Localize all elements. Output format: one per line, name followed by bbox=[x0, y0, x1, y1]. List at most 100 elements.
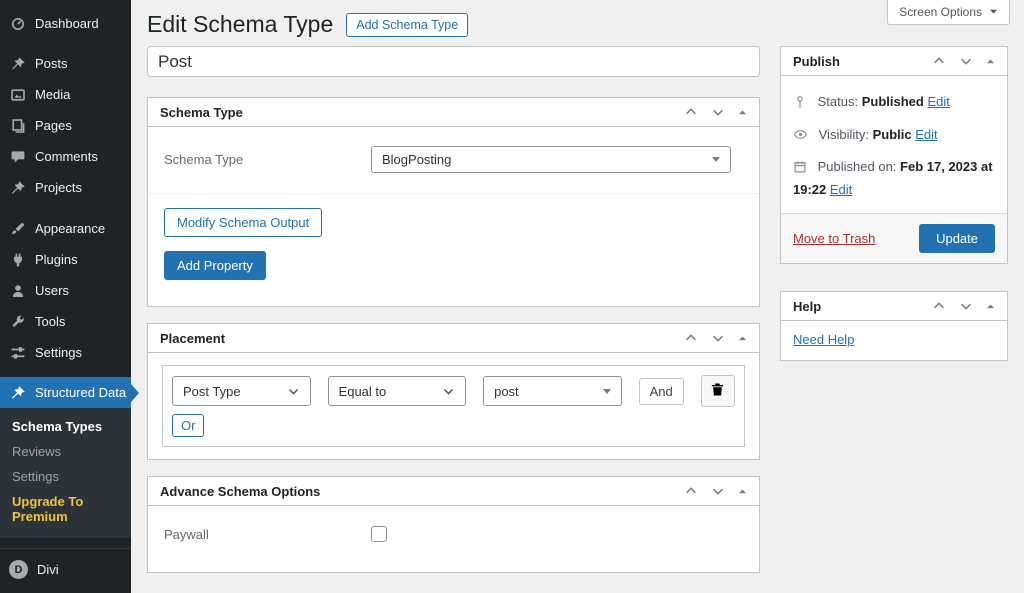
submenu-item-reviews[interactable]: Reviews bbox=[0, 439, 131, 464]
submenu-item-upgrade-premium[interactable]: Upgrade To Premium bbox=[0, 489, 131, 529]
panel-title: Publish bbox=[793, 54, 840, 69]
schema-type-select[interactable]: BlogPosting bbox=[371, 146, 731, 173]
publish-panel-header: Publish bbox=[781, 47, 1007, 76]
paywall-checkbox[interactable] bbox=[371, 526, 387, 542]
sidebar-item-label: Pages bbox=[35, 118, 72, 133]
structured-data-submenu: Schema Types Reviews Settings Upgrade To… bbox=[0, 408, 131, 538]
eye-icon bbox=[793, 127, 808, 148]
and-condition-button[interactable]: And bbox=[639, 378, 684, 405]
sidebar-item-users[interactable]: Users bbox=[0, 275, 131, 306]
move-down-icon[interactable] bbox=[711, 484, 725, 498]
update-button[interactable]: Update bbox=[919, 224, 995, 253]
move-down-icon[interactable] bbox=[959, 54, 973, 68]
panel-handle-actions bbox=[684, 105, 747, 119]
placement-value-select[interactable]: post bbox=[483, 376, 622, 406]
sidebar-item-label: Structured Data bbox=[35, 385, 126, 400]
placement-operator-select[interactable]: Equal to bbox=[328, 376, 467, 406]
plugin-icon bbox=[9, 251, 26, 268]
media-icon bbox=[9, 86, 26, 103]
advance-panel-header: Advance Schema Options bbox=[148, 477, 759, 506]
collapse-menu-button[interactable]: Collapse menu bbox=[0, 586, 131, 593]
sidebar-item-dashboard[interactable]: Dashboard bbox=[0, 8, 131, 39]
sidebar-item-label: Users bbox=[35, 283, 69, 298]
sidebar-item-label: Dashboard bbox=[35, 16, 99, 31]
screen-options-button[interactable]: Screen Options bbox=[887, 0, 1010, 25]
advance-panel-body: Paywall bbox=[148, 506, 759, 572]
sidebar-item-pages[interactable]: Pages bbox=[0, 110, 131, 141]
post-title-input[interactable] bbox=[147, 46, 760, 77]
delete-rule-button[interactable] bbox=[701, 375, 735, 407]
sidebar-item-settings[interactable]: Settings bbox=[0, 337, 131, 368]
edit-columns: Schema Type Schema Type BlogPosting bbox=[147, 46, 1009, 589]
advance-schema-options-panel: Advance Schema Options Paywall bbox=[147, 476, 760, 573]
pushpin-icon bbox=[9, 179, 26, 196]
edit-published-link[interactable]: Edit bbox=[830, 182, 852, 197]
page-title: Edit Schema Type bbox=[147, 11, 333, 38]
collapse-toggle-icon[interactable] bbox=[738, 334, 747, 343]
or-condition-button[interactable]: Or bbox=[172, 414, 204, 437]
collapse-toggle-icon[interactable] bbox=[986, 302, 995, 311]
move-up-icon[interactable] bbox=[684, 484, 698, 498]
menu-separator bbox=[0, 203, 131, 213]
submenu-item-schema-types[interactable]: Schema Types bbox=[0, 414, 131, 439]
panel-title: Advance Schema Options bbox=[160, 484, 320, 499]
left-column: Schema Type Schema Type BlogPosting bbox=[147, 46, 760, 589]
sidebar-item-structured-data[interactable]: Structured Data bbox=[0, 377, 131, 408]
schema-type-buttons: Modify Schema Output Add Property bbox=[148, 194, 759, 306]
menu-separator bbox=[0, 39, 131, 48]
sidebar-item-label: Posts bbox=[35, 56, 68, 71]
placement-panel: Placement Post Type bbox=[147, 323, 760, 460]
sidebar-item-tools[interactable]: Tools bbox=[0, 306, 131, 337]
move-up-icon[interactable] bbox=[684, 105, 698, 119]
sidebar-item-label: Divi bbox=[37, 562, 59, 577]
add-property-button[interactable]: Add Property bbox=[164, 251, 266, 280]
placement-panel-header: Placement bbox=[148, 324, 759, 353]
modify-schema-output-button[interactable]: Modify Schema Output bbox=[164, 208, 322, 237]
select-arrow-icon bbox=[603, 389, 611, 398]
comment-icon bbox=[9, 148, 26, 165]
placement-value: post bbox=[494, 384, 519, 399]
move-down-icon[interactable] bbox=[711, 331, 725, 345]
chevron-down-icon bbox=[442, 385, 455, 398]
placement-field-select[interactable]: Post Type bbox=[172, 376, 311, 406]
sidebar-item-label: Settings bbox=[35, 345, 82, 360]
sidebar-footer: D Divi Collapse menu bbox=[0, 548, 131, 593]
move-down-icon[interactable] bbox=[959, 299, 973, 313]
publish-panel-body: Status: Published Edit Visibility: Publi… bbox=[781, 76, 1007, 199]
pushpin-icon bbox=[9, 384, 26, 401]
edit-visibility-link[interactable]: Edit bbox=[915, 127, 937, 142]
sliders-icon bbox=[9, 344, 26, 361]
submenu-item-settings[interactable]: Settings bbox=[0, 464, 131, 489]
sidebar-item-plugins[interactable]: Plugins bbox=[0, 244, 131, 275]
schema-type-select-value: BlogPosting bbox=[382, 152, 451, 167]
add-schema-type-button[interactable]: Add Schema Type bbox=[346, 13, 468, 37]
admin-sidebar: Dashboard Posts Media Pages Comments Pro… bbox=[0, 0, 131, 593]
panel-handle-actions bbox=[684, 484, 747, 498]
placement-rule-group: Post Type Equal to post And bbox=[162, 365, 745, 447]
published-on-row: Published on: Feb 17, 2023 at 19:22 Edit bbox=[793, 157, 995, 199]
sidebar-item-comments[interactable]: Comments bbox=[0, 141, 131, 172]
trash-icon bbox=[710, 382, 725, 400]
publish-footer: Move to Trash Update bbox=[781, 213, 1007, 263]
post-status-icon bbox=[793, 95, 807, 115]
collapse-toggle-icon[interactable] bbox=[986, 57, 995, 66]
move-up-icon[interactable] bbox=[932, 299, 946, 313]
sidebar-item-label: Media bbox=[35, 87, 70, 102]
sidebar-item-appearance[interactable]: Appearance bbox=[0, 213, 131, 244]
placement-field-value: Post Type bbox=[183, 384, 241, 399]
move-up-icon[interactable] bbox=[684, 331, 698, 345]
edit-status-link[interactable]: Edit bbox=[927, 94, 949, 109]
move-up-icon[interactable] bbox=[932, 54, 946, 68]
sidebar-item-media[interactable]: Media bbox=[0, 79, 131, 110]
need-help-link[interactable]: Need Help bbox=[793, 332, 854, 347]
collapse-toggle-icon[interactable] bbox=[738, 108, 747, 117]
panel-handle-actions bbox=[932, 54, 995, 68]
move-down-icon[interactable] bbox=[711, 105, 725, 119]
help-panel: Help Need Help bbox=[780, 291, 1008, 361]
move-to-trash-link[interactable]: Move to Trash bbox=[793, 231, 875, 246]
sidebar-item-posts[interactable]: Posts bbox=[0, 48, 131, 79]
collapse-toggle-icon[interactable] bbox=[738, 487, 747, 496]
sidebar-item-divi[interactable]: D Divi bbox=[0, 553, 131, 586]
wrench-icon bbox=[9, 313, 26, 330]
sidebar-item-projects[interactable]: Projects bbox=[0, 172, 131, 203]
